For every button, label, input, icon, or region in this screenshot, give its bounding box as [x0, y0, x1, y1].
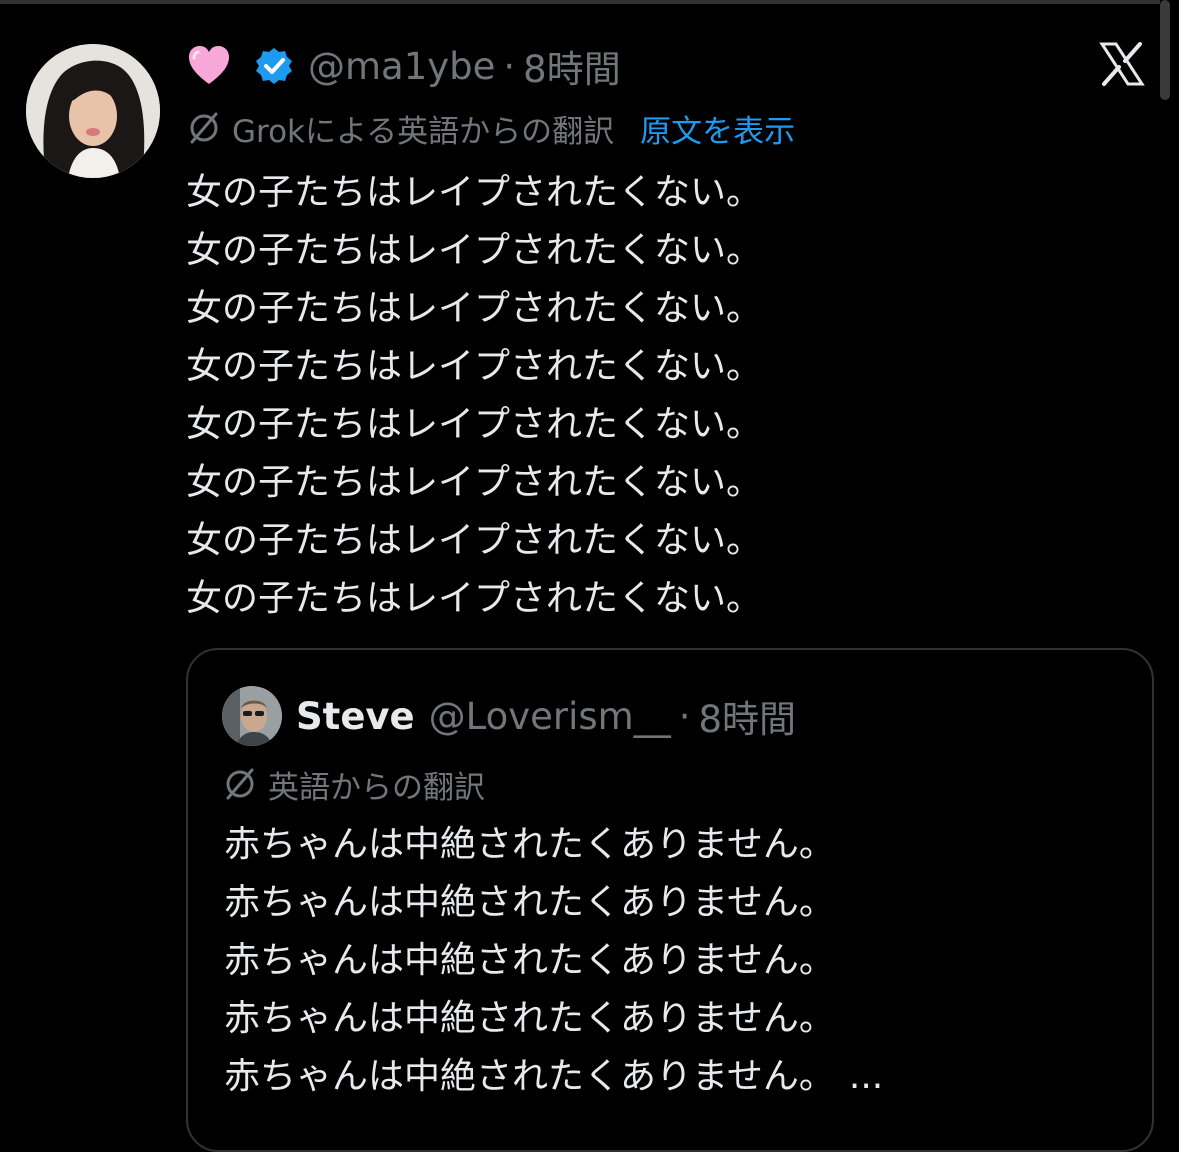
translation-row: Grokによる英語からの翻訳 原文を表示 — [186, 106, 795, 150]
quoted-text-line: 赤ちゃんは中絶されたくありません。 — [224, 882, 835, 923]
quoted-translation-row: 英語からの翻訳 — [222, 762, 485, 806]
pink-heart-icon — [186, 43, 232, 89]
quoted-author-handle[interactable]: @Loverism__ — [429, 695, 671, 738]
author-handle[interactable]: @ma1ybe — [308, 45, 495, 88]
separator-dot: · — [678, 694, 691, 738]
timestamp[interactable]: 8時間 — [523, 39, 621, 93]
translation-label: Grokによる英語からの翻訳 — [232, 113, 615, 150]
quoted-author-name[interactable]: Steve — [296, 695, 415, 738]
tweet-text-line: 女の子たちはレイプされたくない。 — [186, 172, 763, 213]
quoted-text-line: 赤ちゃんは中絶されたくありません。... — [224, 1048, 883, 1106]
tweet-header: @ma1ybe · 8時間 — [186, 38, 621, 94]
separator-dot: · — [503, 44, 516, 88]
quoted-tweet-text: 赤ちゃんは中絶されたくありません。 赤ちゃんは中絶されたくありません。 赤ちゃん… — [224, 816, 883, 1106]
tweet-text-line: 女の子たちはレイプされたくない。 — [186, 462, 763, 503]
x-logo-icon — [1098, 40, 1146, 88]
tweet-text-line: 女の子たちはレイプされたくない。 — [186, 288, 763, 329]
quoted-translation-label: 英語からの翻訳 — [268, 769, 485, 806]
tweet-text-line: 女の子たちはレイプされたくない。 — [186, 520, 763, 561]
quoted-text-line: 赤ちゃんは中絶されたくありません。 — [224, 998, 835, 1039]
top-divider — [0, 0, 1160, 4]
quoted-text-line: 赤ちゃんは中絶されたくありません。 — [224, 824, 835, 865]
translate-icon — [222, 766, 268, 802]
show-original-link[interactable]: 原文を表示 — [640, 106, 795, 151]
quoted-text-line-content: 赤ちゃんは中絶されたくありません。 — [224, 1056, 835, 1097]
tweet-text-line: 女の子たちはレイプされたくない。 — [186, 230, 763, 271]
scrollbar[interactable] — [1160, 0, 1170, 100]
tweet-text-line: 女の子たちはレイプされたくない。 — [186, 404, 763, 445]
quoted-text-line: 赤ちゃんは中絶されたくありません。 — [224, 940, 835, 981]
tweet-text: 女の子たちはレイプされたくない。 女の子たちはレイプされたくない。 女の子たちは… — [186, 164, 762, 628]
tweet-text-line: 女の子たちはレイプされたくない。 — [186, 346, 763, 387]
quoted-author-avatar[interactable] — [222, 686, 282, 746]
truncation-ellipsis: ... — [848, 1056, 884, 1097]
quoted-tweet-header: Steve @Loverism__ · 8時間 — [222, 686, 796, 746]
tweet-text-line: 女の子たちはレイプされたくない。 — [186, 578, 763, 619]
grok-translate-icon — [186, 110, 232, 146]
verified-badge-icon — [232, 46, 294, 86]
author-avatar[interactable] — [26, 44, 160, 178]
quoted-timestamp[interactable]: 8時間 — [699, 689, 797, 743]
